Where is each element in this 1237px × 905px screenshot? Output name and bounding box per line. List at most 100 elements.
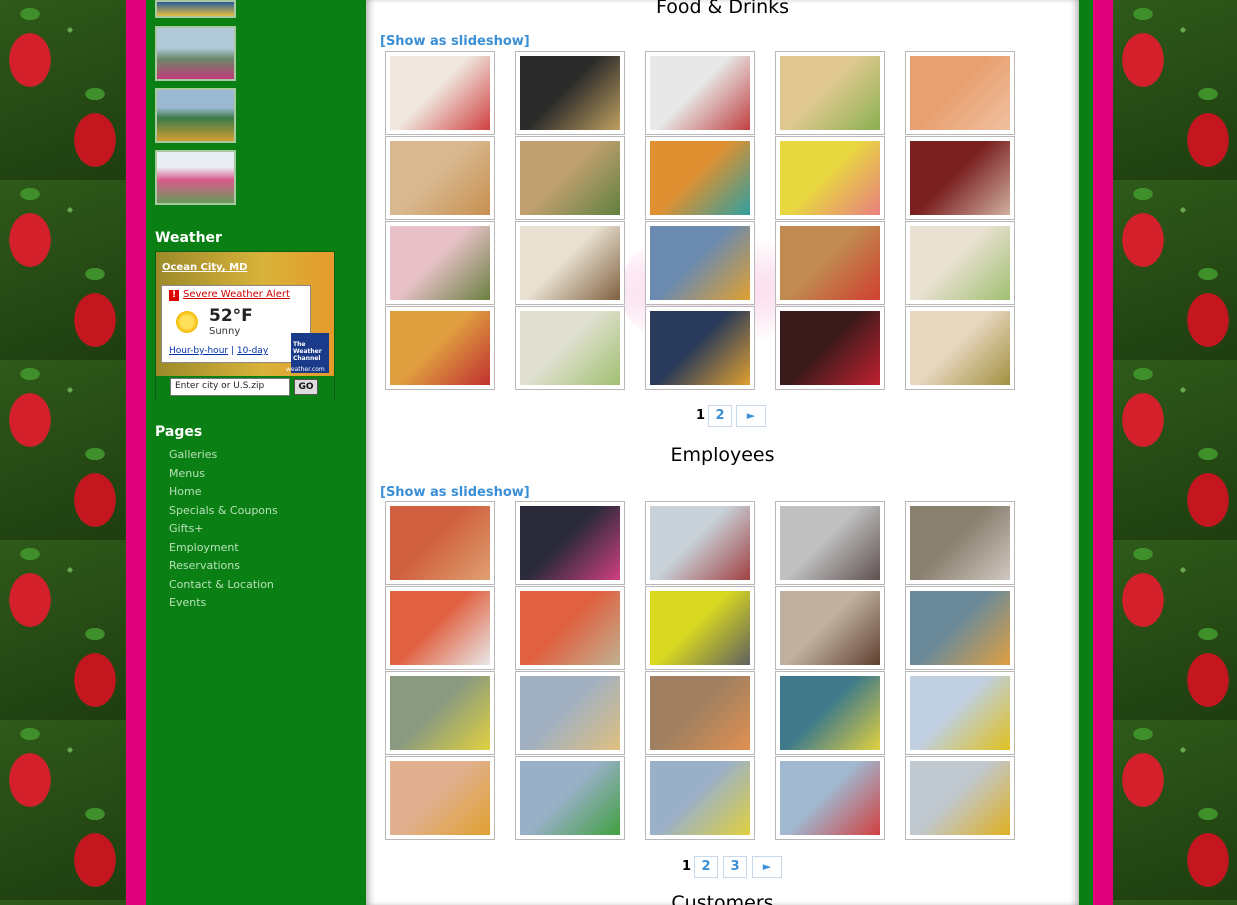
photo-thumbnail — [390, 226, 490, 300]
photo-thumbnail — [520, 676, 620, 750]
food-photo[interactable] — [645, 51, 755, 135]
employee-photo[interactable] — [515, 586, 625, 670]
food-photo[interactable] — [905, 306, 1015, 390]
photo-thumbnail — [520, 226, 620, 300]
strawberry-background-right — [1113, 0, 1237, 905]
sun-icon — [176, 311, 198, 333]
section-title-employees: Employees — [670, 444, 775, 466]
employee-photo[interactable] — [385, 501, 495, 585]
photo-thumbnail — [780, 676, 880, 750]
severe-weather-alert-link[interactable]: Severe Weather Alert — [183, 289, 290, 300]
weather-search-form: Enter city or U.S.zip GO — [156, 376, 334, 401]
sidebar-gallery-thumbnail[interactable] — [155, 150, 236, 205]
photo-thumbnail — [650, 226, 750, 300]
food-photo[interactable] — [645, 221, 755, 305]
employee-photo[interactable] — [385, 586, 495, 670]
section-title-food: Food & Drinks — [655, 0, 790, 18]
employee-photo[interactable] — [385, 671, 495, 755]
food-photo[interactable] — [775, 51, 885, 135]
photo-thumbnail — [520, 761, 620, 835]
food-photo[interactable] — [905, 221, 1015, 305]
employee-photo[interactable] — [775, 586, 885, 670]
pager-next-button[interactable]: ► — [752, 856, 782, 878]
photo-thumbnail — [780, 506, 880, 580]
employee-photo[interactable] — [905, 501, 1015, 585]
employee-photo[interactable] — [905, 671, 1015, 755]
show-slideshow-link-food[interactable]: [Show as slideshow] — [380, 34, 530, 49]
employee-photo[interactable] — [645, 756, 755, 840]
pages-heading: Pages — [155, 424, 203, 440]
employee-photo[interactable] — [645, 671, 755, 755]
sidebar-page-link[interactable]: Events — [169, 596, 278, 615]
food-photo[interactable] — [385, 221, 495, 305]
photo-thumbnail — [390, 141, 490, 215]
food-photo[interactable] — [515, 51, 625, 135]
weather-com-text: weather.com — [286, 366, 325, 373]
photo-thumbnail — [910, 56, 1010, 130]
employee-photo[interactable] — [385, 756, 495, 840]
food-photo[interactable] — [515, 221, 625, 305]
sidebar-page-link[interactable]: Contact & Location — [169, 578, 278, 597]
employee-photo[interactable] — [645, 586, 755, 670]
sidebar-page-link[interactable]: Specials & Coupons — [169, 504, 278, 523]
photo-thumbnail — [520, 56, 620, 130]
photo-thumbnail — [910, 141, 1010, 215]
weather-location-input[interactable]: Enter city or U.S.zip — [170, 378, 290, 396]
photo-thumbnail — [910, 226, 1010, 300]
photo-thumbnail — [650, 311, 750, 385]
photo-thumbnail — [910, 506, 1010, 580]
employee-photo[interactable] — [775, 756, 885, 840]
employee-photo[interactable] — [905, 756, 1015, 840]
pager-page-2[interactable]: 2 — [708, 405, 732, 427]
photo-thumbnail — [520, 506, 620, 580]
employee-photo[interactable] — [905, 586, 1015, 670]
sidebar-page-link[interactable]: Gifts+ — [169, 522, 278, 541]
green-border-right — [1079, 0, 1093, 905]
food-photo[interactable] — [905, 51, 1015, 135]
weather-heading: Weather — [155, 230, 222, 246]
employee-photo[interactable] — [775, 501, 885, 585]
weather-card: ! Severe Weather Alert 52°F Sunny Hour-b… — [161, 285, 311, 363]
photo-thumbnail — [390, 311, 490, 385]
main-content: Food & Drinks [Show as slideshow] 1 2 ► … — [366, 0, 1079, 905]
weather-city-link[interactable]: Ocean City, MD — [162, 262, 247, 273]
alert-icon: ! — [169, 290, 179, 301]
photo-thumbnail — [390, 56, 490, 130]
food-photo[interactable] — [775, 136, 885, 220]
food-photo[interactable] — [385, 136, 495, 220]
food-photo[interactable] — [905, 136, 1015, 220]
sidebar-page-link[interactable]: Home — [169, 485, 278, 504]
photo-thumbnail — [780, 226, 880, 300]
sidebar-page-link[interactable]: Menus — [169, 467, 278, 486]
sidebar-page-link[interactable]: Reservations — [169, 559, 278, 578]
food-photo[interactable] — [645, 306, 755, 390]
sidebar-page-link[interactable]: Galleries — [169, 448, 278, 467]
sidebar-gallery-thumbnail[interactable] — [155, 0, 236, 18]
sidebar-gallery-thumbnail[interactable] — [155, 88, 236, 143]
food-photo[interactable] — [385, 51, 495, 135]
food-photo[interactable] — [645, 136, 755, 220]
employee-photo[interactable] — [515, 756, 625, 840]
ten-day-link[interactable]: 10-day — [237, 346, 268, 356]
employee-photo[interactable] — [775, 671, 885, 755]
employee-photo[interactable] — [515, 671, 625, 755]
employee-photo[interactable] — [645, 501, 755, 585]
pager-page-2[interactable]: 2 — [694, 856, 718, 878]
food-photo[interactable] — [515, 136, 625, 220]
sidebar-page-link[interactable]: Employment — [169, 541, 278, 560]
food-photo[interactable] — [515, 306, 625, 390]
photo-thumbnail — [520, 591, 620, 665]
weather-go-button[interactable]: GO — [294, 379, 318, 395]
sidebar-gallery-thumbnail[interactable] — [155, 26, 236, 81]
photo-thumbnail — [650, 676, 750, 750]
food-photo[interactable] — [775, 306, 885, 390]
hour-by-hour-link[interactable]: Hour-by-hour — [169, 346, 228, 356]
food-photo[interactable] — [775, 221, 885, 305]
pager-next-button[interactable]: ► — [736, 405, 766, 427]
weather-banner: Ocean City, MD ! Severe Weather Alert 52… — [156, 252, 334, 376]
employee-photo[interactable] — [515, 501, 625, 585]
section-title-customers: Customers — [671, 892, 774, 905]
food-photo[interactable] — [385, 306, 495, 390]
show-slideshow-link-employees[interactable]: [Show as slideshow] — [380, 485, 530, 500]
pager-page-3[interactable]: 3 — [723, 856, 747, 878]
